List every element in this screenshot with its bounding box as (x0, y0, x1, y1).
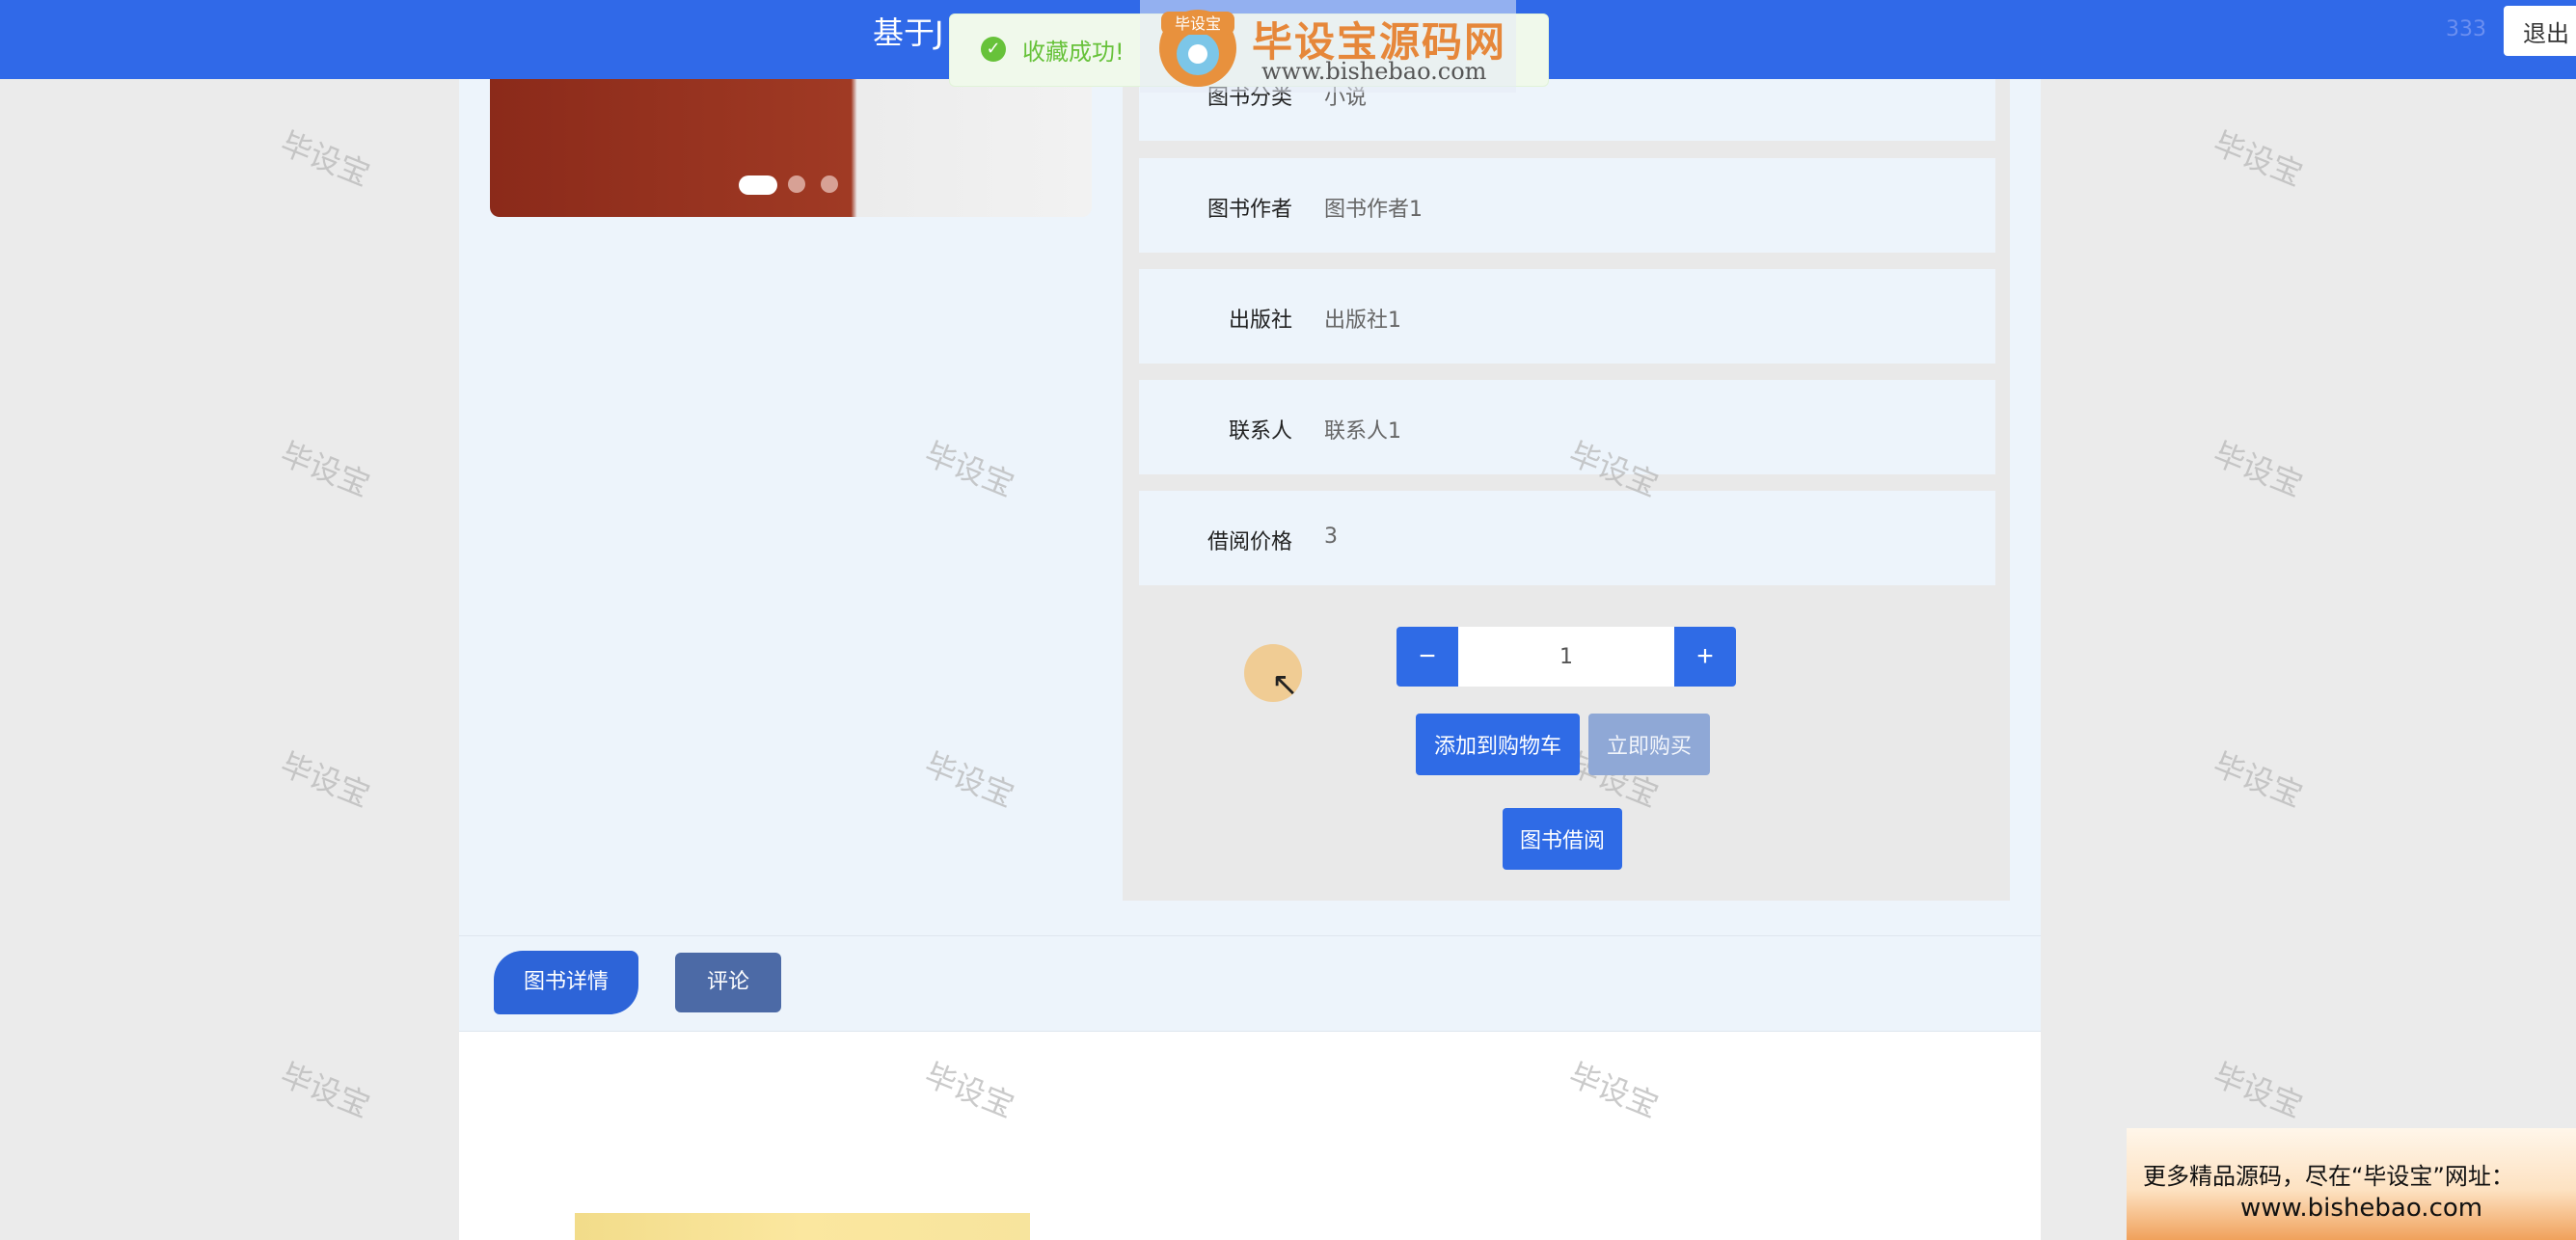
borrow-book-button[interactable]: 图书借阅 (1503, 808, 1622, 870)
quantity-input[interactable] (1458, 627, 1674, 687)
watermark-text: 毕设宝 (2208, 745, 2308, 815)
logo-badge-text: 毕设宝 (1175, 14, 1221, 33)
check-circle-icon: ✓ (981, 37, 1006, 62)
tab-book-details[interactable]: 图书详情 (494, 951, 638, 1014)
info-value: 图书作者1 (1324, 198, 1423, 222)
watermark-text: 毕设宝 (2208, 435, 2308, 504)
ad-url[interactable]: www.bishebao.com (2240, 1194, 2482, 1223)
info-value: 3 (1324, 525, 1338, 549)
carousel-dot[interactable] (821, 175, 838, 193)
book-cover-carousel[interactable] (490, 79, 1092, 217)
quantity-decrease-button[interactable]: − (1396, 627, 1458, 687)
watermark-text: 毕设宝 (2208, 1056, 2308, 1125)
info-label: 出版社 (1228, 309, 1292, 333)
toast-message: 收藏成功! (1022, 39, 1125, 66)
info-label: 图书作者 (1207, 198, 1292, 222)
info-label: 借阅价格 (1207, 530, 1292, 554)
quantity-increase-button[interactable]: + (1674, 627, 1736, 687)
info-value: 出版社1 (1324, 309, 1401, 333)
user-name: 333 (2446, 17, 2486, 41)
watermark-text: 毕设宝 (2208, 124, 2308, 194)
watermark-logo-url: www.bishebao.com (1261, 58, 1487, 85)
ad-text: 更多精品源码，尽在“毕设宝”网址： (2143, 1163, 2514, 1190)
book-details-content (459, 1032, 2041, 1240)
add-to-cart-button[interactable]: 添加到购物车 (1416, 714, 1580, 775)
info-value: 联系人1 (1324, 419, 1401, 444)
site-title: 基于J (873, 14, 944, 51)
carousel-dot-active[interactable] (739, 175, 777, 195)
tab-comments[interactable]: 评论 (675, 953, 781, 1012)
carousel-dot[interactable] (788, 175, 805, 193)
info-label: 联系人 (1228, 419, 1292, 444)
watermark-text: 毕设宝 (275, 1056, 375, 1125)
logout-button[interactable]: 退出 (2504, 6, 2576, 56)
buy-now-button[interactable]: 立即购买 (1588, 714, 1710, 775)
watermark-text: 毕设宝 (275, 745, 375, 815)
watermark-text: 毕设宝 (275, 435, 375, 504)
book-detail-image (575, 1213, 1030, 1240)
mouse-cursor-icon: ↖ (1271, 665, 1299, 704)
watermark-text: 毕设宝 (275, 124, 375, 194)
